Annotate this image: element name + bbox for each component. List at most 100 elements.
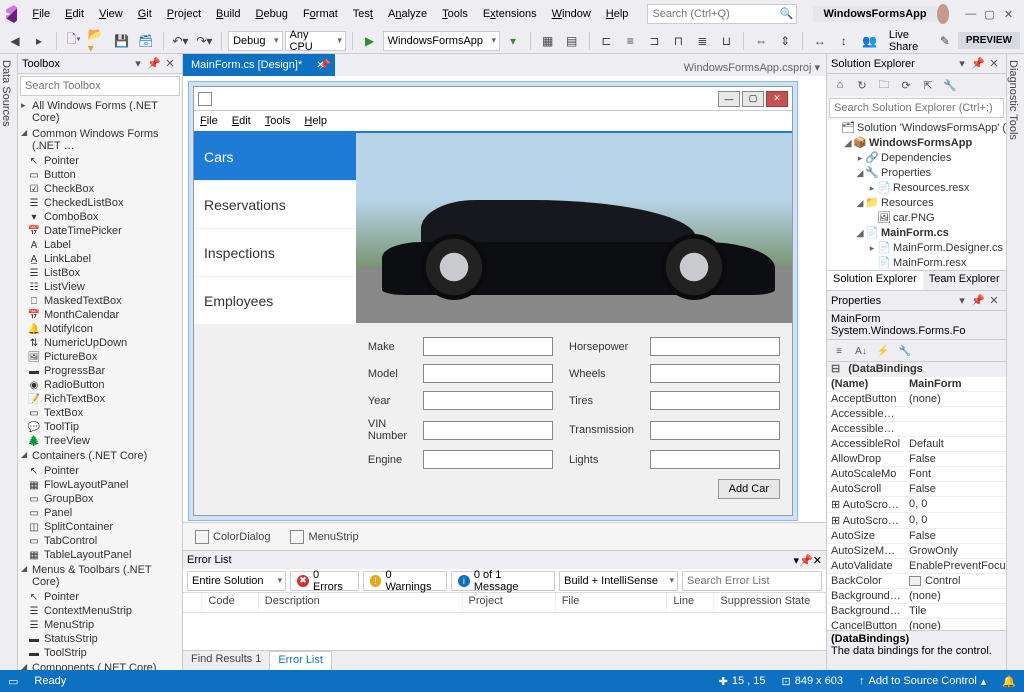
menu-view[interactable]: View [92, 4, 130, 24]
property-row[interactable]: AutoSizeModeGrowOnly [827, 544, 1006, 559]
menu-help[interactable]: Help [599, 4, 636, 24]
config-dropdown[interactable]: Debug [228, 31, 282, 51]
errorlist-col[interactable]: Line [667, 593, 714, 612]
toolbox-item[interactable]: ⎕MaskedTextBox [18, 294, 182, 308]
toolbox-group[interactable]: Components (.NET Core) [18, 660, 182, 670]
vspace-icon[interactable]: ⇕ [774, 30, 796, 52]
tab-close-icon[interactable]: ✕ [316, 60, 324, 71]
menu-edit[interactable]: Edit [58, 4, 91, 24]
form-nav-item[interactable]: Inspections [194, 229, 356, 277]
toolbox-item[interactable]: ↖Pointer [18, 590, 182, 604]
field-input[interactable] [423, 391, 553, 410]
toolbox-item[interactable]: ▭GroupBox [18, 492, 182, 506]
toolbox-item[interactable]: ▾ComboBox [18, 210, 182, 224]
props-options-icon[interactable]: ▾ [954, 293, 970, 309]
toolbox-item[interactable]: ☰MenuStrip [18, 618, 182, 632]
live-share-icon[interactable]: 👥 [859, 30, 881, 52]
property-row[interactable]: AutoValidateEnablePreventFocus [827, 559, 1006, 574]
sln-refresh-icon[interactable]: ⟳ [897, 76, 915, 94]
warnings-filter[interactable]: !0 Warnings [363, 571, 447, 591]
toolbox-item[interactable]: ▭Panel [18, 506, 182, 520]
form-nav-item[interactable]: Reservations [194, 181, 356, 229]
build-filter-dropdown[interactable]: Build + IntelliSense [559, 571, 678, 591]
menu-format[interactable]: Format [296, 4, 345, 24]
menu-project[interactable]: Project [160, 4, 208, 24]
tab-team-explorer[interactable]: Team Explorer [923, 271, 1006, 290]
sln-pin-icon[interactable]: 📌 [970, 56, 986, 72]
tab-solution-explorer[interactable]: Solution Explorer [827, 271, 923, 290]
toolbox-item[interactable]: ◉RadioButton [18, 378, 182, 392]
toolbox-item[interactable]: ▬ToolStrip [18, 646, 182, 660]
diagnostic-tools-tab[interactable]: Diagnostic Tools [1006, 54, 1024, 670]
props-az-icon[interactable]: A↓ [851, 342, 871, 360]
property-row[interactable]: ⊞ AutoScrollMa0, 0 [827, 497, 1006, 513]
form-menustrip[interactable]: File Edit Tools Help [194, 111, 792, 133]
toolbox-item[interactable]: ☰CheckedListBox [18, 196, 182, 210]
toolbox-group[interactable]: Containers (.NET Core) [18, 448, 182, 464]
property-row[interactable]: AccessibleDes [827, 407, 1006, 422]
toolbox-item[interactable]: ▦TableLayoutPanel [18, 548, 182, 562]
preview-badge[interactable]: PREVIEW [958, 32, 1020, 49]
props-pin-icon[interactable]: 📌 [970, 293, 986, 309]
form-menu-tools[interactable]: Tools [265, 115, 291, 127]
toolbox-item[interactable]: ▭TextBox [18, 406, 182, 420]
project-dropdown[interactable]: WindowsFormsApp.csproj ▾ [678, 59, 826, 76]
menu-analyze[interactable]: Analyze [381, 4, 434, 24]
new-project-button[interactable]: 🗋▾ [63, 30, 85, 52]
property-row[interactable]: AccessibleNam [827, 422, 1006, 437]
toolbox-item[interactable]: A̲LinkLabel [18, 252, 182, 266]
toolbox-item[interactable]: 💬ToolTip [18, 420, 182, 434]
property-grid[interactable]: (DataBindings(Name)MainFormAcceptButton(… [827, 362, 1006, 630]
undo-button[interactable]: ↶▾ [169, 30, 191, 52]
property-row[interactable]: AcceptButton(none) [827, 392, 1006, 407]
menu-git[interactable]: Git [131, 4, 159, 24]
close-button[interactable]: ✕ [999, 4, 1018, 24]
align-middle-icon[interactable]: ≣ [691, 30, 713, 52]
tab-find-results[interactable]: Find Results 1 [183, 651, 269, 670]
quick-search-input[interactable] [647, 4, 797, 24]
pin-icon[interactable]: 📌 [146, 56, 162, 72]
toolbox-item[interactable]: ↖Pointer [18, 464, 182, 478]
property-row[interactable]: AutoScrollFalse [827, 482, 1006, 497]
tree-node[interactable]: 🗂Solution 'WindowsFormsApp' (1 [827, 120, 1006, 135]
field-input[interactable] [650, 391, 780, 410]
toolbox-item[interactable]: 📅MonthCalendar [18, 308, 182, 322]
tree-node[interactable]: ◢🔧Properties [827, 165, 1006, 180]
tree-node[interactable]: ◢📦WindowsFormsApp [827, 135, 1006, 150]
menu-build[interactable]: Build [209, 4, 247, 24]
property-row[interactable]: AllowDropFalse [827, 452, 1006, 467]
toolbox-options-icon[interactable]: ▾ [130, 56, 146, 72]
form-menu-edit[interactable]: Edit [232, 115, 251, 127]
sln-close-icon[interactable]: ✕ [986, 56, 1002, 72]
property-row[interactable]: (Name)MainForm [827, 377, 1006, 392]
props-object[interactable]: MainForm System.Windows.Forms.Fo [827, 311, 1006, 340]
toolbox-item[interactable]: ☰ContextMenuStrip [18, 604, 182, 618]
toolbox-item[interactable]: 🔔NotifyIcon [18, 322, 182, 336]
redo-button[interactable]: ↷▾ [193, 30, 215, 52]
field-input[interactable] [423, 337, 553, 356]
sln-search-input[interactable] [829, 98, 1004, 118]
form-nav-item[interactable]: Cars [194, 133, 356, 181]
winform-preview[interactable]: — ▢ ✕ File Edit Tools Help CarsReservati… [193, 86, 793, 516]
toolbox-item[interactable]: 📅DateTimePicker [18, 224, 182, 238]
hspace-icon[interactable]: ⇔ [750, 30, 772, 52]
toolbox-item[interactable]: ▬ProgressBar [18, 364, 182, 378]
start-options-button[interactable]: ▾ [502, 30, 524, 52]
align-bottom-icon[interactable]: ⊔ [715, 30, 737, 52]
property-row[interactable]: CancelButton(none) [827, 619, 1006, 630]
form-designer-surface[interactable]: — ▢ ✕ File Edit Tools Help CarsReservati… [183, 76, 826, 522]
toolbox-group[interactable]: Menus & Toolbars (.NET Core) [18, 562, 182, 590]
tree-node[interactable]: ▸📄MainForm.Designer.cs [827, 240, 1006, 255]
property-row[interactable]: BackColorControl [827, 574, 1006, 589]
toolbox-item[interactable]: 📝RichTextBox [18, 392, 182, 406]
solution-tree[interactable]: 🗂Solution 'WindowsFormsApp' (1◢📦WindowsF… [827, 120, 1006, 270]
toolbox-item[interactable]: ☷ListView [18, 280, 182, 294]
notifications-icon[interactable]: 🔔 [1002, 675, 1016, 688]
size-same-icon[interactable]: ↔ [809, 30, 831, 52]
data-sources-tab[interactable]: Data Sources [0, 54, 18, 670]
toolbox-item[interactable]: ↖Pointer [18, 154, 182, 168]
save-all-button[interactable]: 🗃 [135, 30, 157, 52]
field-input[interactable] [650, 450, 780, 469]
toolbox-group[interactable]: Common Windows Forms (.NET … [18, 126, 182, 154]
close-icon[interactable]: ✕ [162, 56, 178, 72]
